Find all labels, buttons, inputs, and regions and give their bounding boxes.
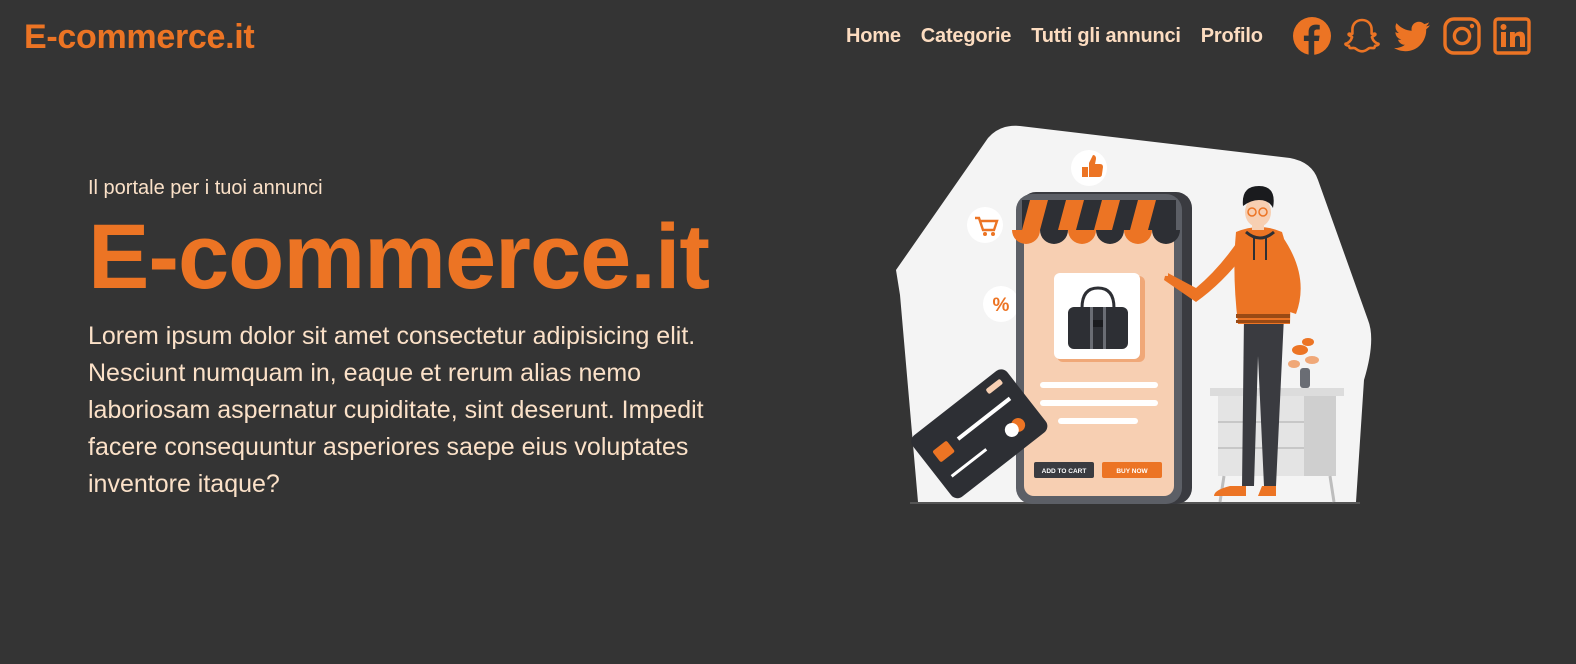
hero-section: Il portale per i tuoi annunci E-commerce… xyxy=(88,174,768,503)
twitter-icon[interactable] xyxy=(1392,16,1432,56)
percent-badge: % xyxy=(983,286,1019,322)
instagram-icon[interactable] xyxy=(1442,16,1482,56)
shopping-illustration: % ADD TO CART BUY NOW xyxy=(896,125,1372,504)
nav-link-profilo[interactable]: Profilo xyxy=(1201,22,1263,50)
snapchat-icon[interactable] xyxy=(1342,16,1382,56)
hero-illustration: % ADD TO CART BUY NOW xyxy=(890,120,1380,515)
brand-logo[interactable]: E-commerce.it xyxy=(24,16,255,58)
hero-description: Lorem ipsum dolor sit amet consectetur a… xyxy=(88,322,704,498)
thumbs-up-icon xyxy=(1071,150,1107,186)
linkedin-icon[interactable] xyxy=(1492,16,1532,56)
nav-link-tutti-gli-annunci[interactable]: Tutti gli annunci xyxy=(1031,22,1181,50)
svg-text:BUY NOW: BUY NOW xyxy=(1116,468,1148,475)
navbar: E-commerce.it Home Categorie Tutti gli a… xyxy=(0,0,1576,74)
nav-links: Home Categorie Tutti gli annunci Profilo xyxy=(846,22,1263,50)
phone-storefront: ADD TO CART BUY NOW xyxy=(1012,192,1192,504)
svg-text:ADD TO CART: ADD TO CART xyxy=(1042,468,1087,475)
social-links xyxy=(1292,16,1532,56)
hero-title: E-commerce.it xyxy=(88,206,710,308)
nav-link-categorie[interactable]: Categorie xyxy=(921,22,1012,50)
nav-link-home[interactable]: Home xyxy=(846,22,901,50)
facebook-icon[interactable] xyxy=(1292,16,1332,56)
svg-text:%: % xyxy=(993,295,1010,316)
hero-tagline: Il portale per i tuoi annunci xyxy=(88,177,323,199)
cart-icon xyxy=(967,207,1003,243)
